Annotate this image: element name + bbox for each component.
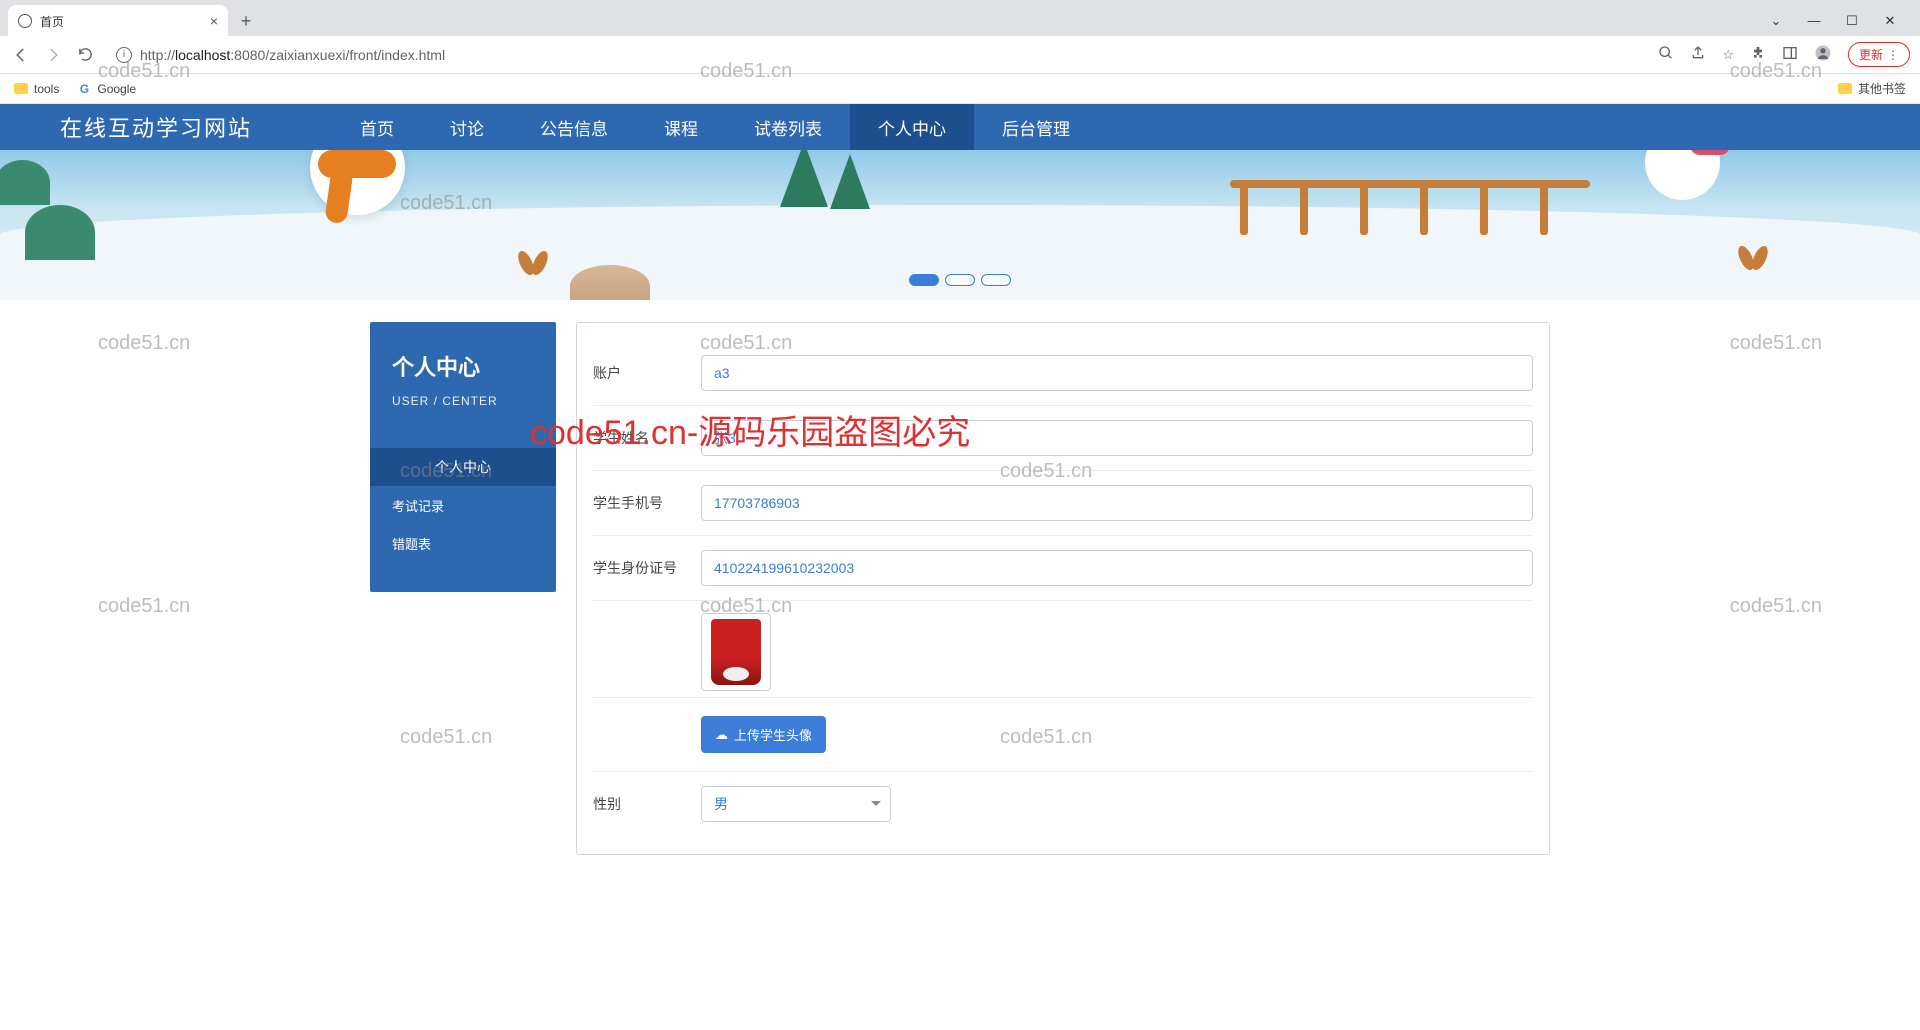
- input-account[interactable]: [701, 355, 1533, 391]
- nav-exam[interactable]: 试卷列表: [726, 104, 850, 150]
- nav-discuss[interactable]: 讨论: [422, 104, 512, 150]
- watermark: code51.cn: [1730, 595, 1822, 618]
- profile-avatar-icon[interactable]: [1814, 44, 1832, 65]
- side-panel-icon[interactable]: [1782, 45, 1798, 64]
- back-button[interactable]: [10, 44, 32, 66]
- close-tab-icon[interactable]: ×: [210, 13, 218, 29]
- label-phone: 学生手机号: [593, 493, 701, 513]
- tab-title: 首页: [40, 13, 64, 30]
- label-name: 学生姓名: [593, 428, 701, 448]
- sidebar-title: 个人中心: [392, 350, 534, 382]
- extensions-icon[interactable]: [1750, 45, 1766, 64]
- carousel-dot-2[interactable]: [945, 274, 975, 286]
- input-name[interactable]: [701, 420, 1533, 456]
- address-bar[interactable]: i http://localhost:8080/zaixianxuexi/fro…: [106, 40, 1648, 70]
- bookmark-tools[interactable]: tools: [14, 82, 59, 96]
- input-idcard[interactable]: [701, 550, 1533, 586]
- nav-course[interactable]: 课程: [636, 104, 726, 150]
- close-window-icon[interactable]: ✕: [1880, 13, 1900, 29]
- folder-icon: [14, 83, 28, 94]
- input-phone[interactable]: [701, 485, 1533, 521]
- forward-button[interactable]: [42, 44, 64, 66]
- share-icon[interactable]: [1690, 45, 1706, 64]
- select-gender[interactable]: 男: [701, 786, 891, 822]
- nav-announce[interactable]: 公告信息: [512, 104, 636, 150]
- avatar-preview: [701, 613, 771, 691]
- profile-form: 账户 学生姓名 学生手机号 学生身份证号 上传学生头像 性别 男: [576, 322, 1550, 855]
- carousel-dots: [909, 274, 1011, 286]
- maximize-icon[interactable]: ☐: [1842, 13, 1862, 29]
- new-tab-button[interactable]: +: [232, 7, 260, 35]
- carousel-dot-3[interactable]: [981, 274, 1011, 286]
- label-account: 账户: [593, 363, 701, 383]
- carousel-dot-1[interactable]: [909, 274, 939, 286]
- upload-avatar-button[interactable]: 上传学生头像: [701, 716, 826, 753]
- bookmark-other[interactable]: 其他书签: [1838, 80, 1906, 97]
- banner-carousel: [0, 150, 1920, 300]
- nav-admin[interactable]: 后台管理: [974, 104, 1098, 150]
- browser-chrome: 首页 × + ⌄ — ☐ ✕ i http://localhost:8080/z…: [0, 0, 1920, 104]
- google-icon: G: [77, 82, 91, 96]
- bookmark-star-icon[interactable]: ☆: [1722, 47, 1734, 63]
- url-text: http://localhost:8080/zaixianxuexi/front…: [140, 47, 445, 63]
- site-nav: 在线互动学习网站 首页 讨论 公告信息 课程 试卷列表 个人中心 后台管理: [0, 104, 1920, 150]
- cloud-upload-icon: [715, 727, 728, 743]
- site-brand[interactable]: 在线互动学习网站: [60, 111, 252, 143]
- update-button[interactable]: 更新: [1848, 42, 1910, 67]
- site-info-icon[interactable]: i: [116, 47, 132, 63]
- label-gender: 性别: [593, 794, 701, 814]
- folder-icon: [1838, 83, 1852, 94]
- nav-home[interactable]: 首页: [332, 104, 422, 150]
- nav-user-center[interactable]: 个人中心: [850, 104, 974, 150]
- browser-tab[interactable]: 首页 ×: [8, 5, 228, 37]
- watermark: code51.cn: [1730, 332, 1822, 355]
- zoom-icon[interactable]: [1658, 45, 1674, 64]
- sidebar-item-exam-record[interactable]: 考试记录: [370, 486, 556, 524]
- minimize-icon[interactable]: —: [1804, 13, 1824, 29]
- sidebar: 个人中心 USER / CENTER 个人中心 考试记录 错题表: [370, 322, 556, 592]
- sidebar-item-profile[interactable]: 个人中心: [370, 448, 556, 486]
- watermark: code51.cn: [98, 595, 190, 618]
- chevron-down-icon[interactable]: ⌄: [1766, 13, 1786, 29]
- reload-button[interactable]: [74, 44, 96, 66]
- label-idcard: 学生身份证号: [593, 558, 701, 578]
- bookmark-google[interactable]: GGoogle: [77, 82, 136, 96]
- globe-icon: [18, 14, 32, 28]
- sidebar-subtitle: USER / CENTER: [392, 394, 534, 408]
- watermark: code51.cn: [98, 332, 190, 355]
- sidebar-item-wrong[interactable]: 错题表: [370, 524, 556, 562]
